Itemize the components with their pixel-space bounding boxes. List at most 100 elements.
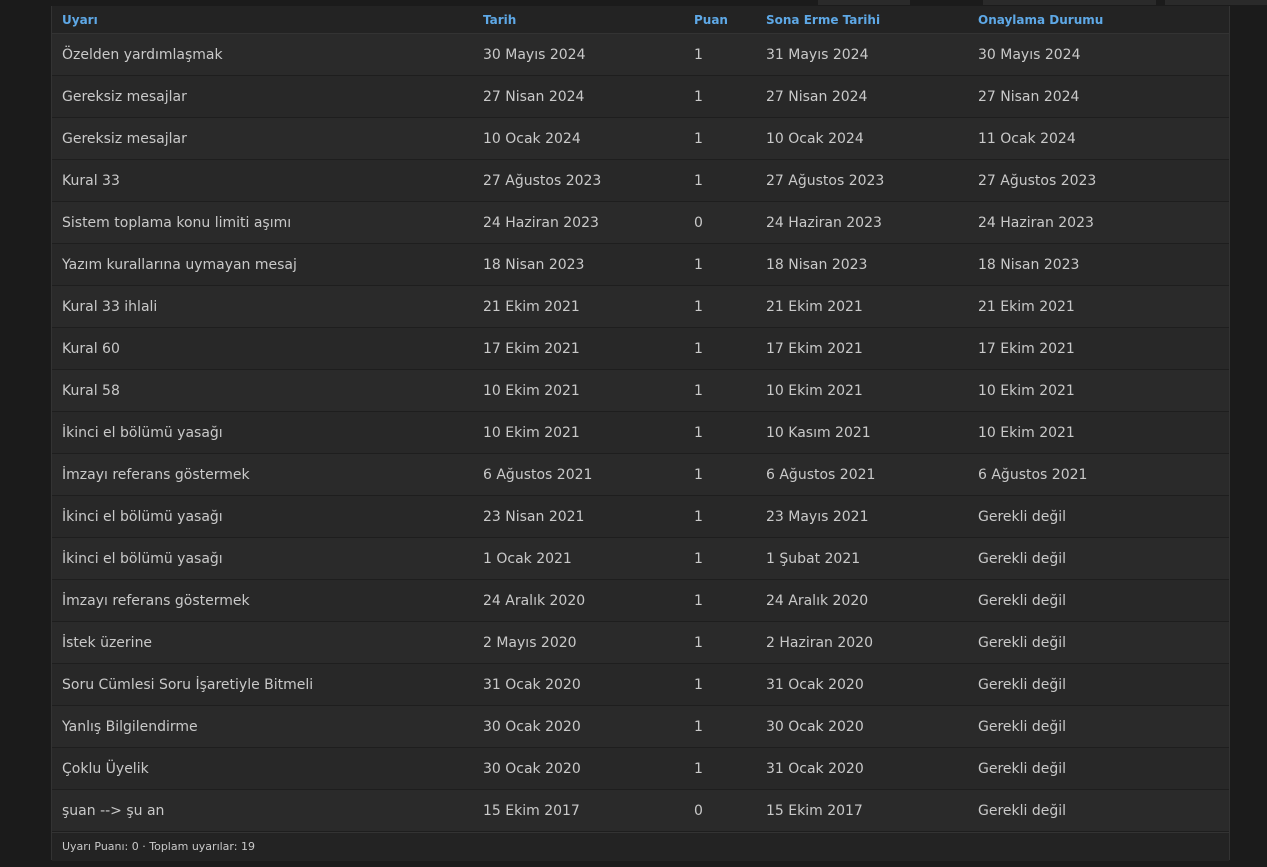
warning-reason-cell: Kural 60 — [52, 327, 473, 370]
warnings-table-body: Özelden yardımlaşmak 30 Mayıs 2024 1 31 May… — [52, 33, 1229, 832]
table-row: şuan --> şu an 15 Ekim 2017 0 15 Ekim 2017 G… — [52, 789, 1229, 832]
warning-reason-cell: Kural 33 ihlali — [52, 285, 473, 328]
table-row: Kural 33 27 Ağustos 2023 1 27 Ağustos 2023 2… — [52, 159, 1229, 202]
table-row: Çoklu Üyelik 30 Ocak 2020 1 31 Ocak 2020 Ger… — [52, 747, 1229, 790]
warning-expiry-cell: 30 Ocak 2020 — [756, 705, 968, 748]
table-row: İmzayı referans göstermek 24 Aralık 2020 1… — [52, 579, 1229, 622]
acknowledgement-status-cell: Gerekli değil — [968, 747, 1229, 790]
table-row: İmzayı referans göstermek 6 Ağustos 2021 1… — [52, 453, 1229, 496]
column-header-date[interactable]: Tarih — [473, 6, 684, 34]
column-header-expiry[interactable]: Sona Erme Tarihi — [756, 6, 968, 34]
acknowledgement-status-cell: 27 Nisan 2024 — [968, 75, 1229, 118]
warning-expiry-cell: 17 Ekim 2021 — [756, 327, 968, 370]
warning-expiry-cell: 23 Mayıs 2021 — [756, 495, 968, 538]
top-bar-segment — [1165, 0, 1267, 5]
table-row: Kural 58 10 Ekim 2021 1 10 Ekim 2021 10 Ekim… — [52, 369, 1229, 412]
warning-reason-cell: şuan --> şu an — [52, 789, 473, 832]
warning-date-cell: 1 Ocak 2021 — [473, 537, 684, 580]
table-row: Sistem toplama konu limiti aşımı 24 Hazir… — [52, 201, 1229, 244]
warning-date-cell: 21 Ekim 2021 — [473, 285, 684, 328]
acknowledgement-status-cell: 17 Ekim 2021 — [968, 327, 1229, 370]
warning-date-cell: 30 Mayıs 2024 — [473, 33, 684, 76]
warning-date-cell: 24 Aralık 2020 — [473, 579, 684, 622]
warning-reason-cell: Kural 33 — [52, 159, 473, 202]
warning-expiry-cell: 27 Nisan 2024 — [756, 75, 968, 118]
warning-expiry-cell: 1 Şubat 2021 — [756, 537, 968, 580]
warning-date-cell: 27 Nisan 2024 — [473, 75, 684, 118]
warning-date-cell: 15 Ekim 2017 — [473, 789, 684, 832]
warning-reason-cell: Yazım kurallarına uymayan mesaj — [52, 243, 473, 286]
acknowledgement-status-cell: Gerekli değil — [968, 789, 1229, 832]
warning-date-cell: 23 Nisan 2021 — [473, 495, 684, 538]
table-row: İkinci el bölümü yasağı 23 Nisan 2021 1 23 … — [52, 495, 1229, 538]
warning-reason-cell: İkinci el bölümü yasağı — [52, 411, 473, 454]
acknowledgement-status-cell: 21 Ekim 2021 — [968, 285, 1229, 328]
warning-date-cell: 10 Ekim 2021 — [473, 411, 684, 454]
table-row: Yanlış Bilgilendirme 30 Ocak 2020 1 30 Ocak… — [52, 705, 1229, 748]
acknowledgement-status-cell: 10 Ekim 2021 — [968, 411, 1229, 454]
acknowledgement-status-cell: 30 Mayıs 2024 — [968, 33, 1229, 76]
column-header-acknowledgement[interactable]: Onaylama Durumu — [968, 6, 1229, 34]
warning-date-cell: 10 Ocak 2024 — [473, 117, 684, 160]
table-row: Soru Cümlesi Soru İşaretiyle Bitmeli 31 O… — [52, 663, 1229, 706]
warning-expiry-cell: 6 Ağustos 2021 — [756, 453, 968, 496]
warning-expiry-cell: 24 Aralık 2020 — [756, 579, 968, 622]
header-row: Uyarı Tarih Puan Sona Erme Tarihi Onayla… — [52, 6, 1229, 34]
warning-date-cell: 30 Ocak 2020 — [473, 747, 684, 790]
warnings-table: Uyarı Tarih Puan Sona Erme Tarihi Onayla… — [52, 6, 1229, 832]
table-row: Yazım kurallarına uymayan mesaj 18 Nisan … — [52, 243, 1229, 286]
warning-expiry-cell: 31 Ocak 2020 — [756, 663, 968, 706]
warning-points-cell: 1 — [684, 411, 756, 454]
warning-date-cell: 10 Ekim 2021 — [473, 369, 684, 412]
column-header-warning[interactable]: Uyarı — [52, 6, 473, 34]
warning-reason-cell: İmzayı referans göstermek — [52, 453, 473, 496]
warning-points-cell: 1 — [684, 75, 756, 118]
warning-points-cell: 0 — [684, 789, 756, 832]
warning-expiry-cell: 15 Ekim 2017 — [756, 789, 968, 832]
table-row: Gereksiz mesajlar 27 Nisan 2024 1 27 Nisan … — [52, 75, 1229, 118]
warning-points-cell: 1 — [684, 33, 756, 76]
warning-expiry-cell: 10 Ocak 2024 — [756, 117, 968, 160]
warning-date-cell: 6 Ağustos 2021 — [473, 453, 684, 496]
warning-reason-cell: İkinci el bölümü yasağı — [52, 537, 473, 580]
warning-reason-cell: İkinci el bölümü yasağı — [52, 495, 473, 538]
warning-expiry-cell: 2 Haziran 2020 — [756, 621, 968, 664]
warning-expiry-cell: 31 Mayıs 2024 — [756, 33, 968, 76]
warning-points-cell: 1 — [684, 117, 756, 160]
warning-points-cell: 1 — [684, 495, 756, 538]
column-header-points[interactable]: Puan — [684, 6, 756, 34]
warning-points-cell: 1 — [684, 621, 756, 664]
warning-date-cell: 17 Ekim 2021 — [473, 327, 684, 370]
warning-points-cell: 1 — [684, 747, 756, 790]
warning-points-cell: 1 — [684, 369, 756, 412]
table-row: Gereksiz mesajlar 10 Ocak 2024 1 10 Ocak 20… — [52, 117, 1229, 160]
warning-points-cell: 1 — [684, 705, 756, 748]
table-row: Kural 33 ihlali 21 Ekim 2021 1 21 Ekim 2021… — [52, 285, 1229, 328]
warning-points-cell: 1 — [684, 159, 756, 202]
acknowledgement-status-cell: Gerekli değil — [968, 621, 1229, 664]
warning-expiry-cell: 27 Ağustos 2023 — [756, 159, 968, 202]
acknowledgement-status-cell: 6 Ağustos 2021 — [968, 453, 1229, 496]
warning-reason-cell: Kural 58 — [52, 369, 473, 412]
acknowledgement-status-cell: 11 Ocak 2024 — [968, 117, 1229, 160]
warning-reason-cell: Özelden yardımlaşmak — [52, 33, 473, 76]
warning-reason-cell: Soru Cümlesi Soru İşaretiyle Bitmeli — [52, 663, 473, 706]
acknowledgement-status-cell: Gerekli değil — [968, 537, 1229, 580]
warning-reason-cell: Gereksiz mesajlar — [52, 117, 473, 160]
warning-expiry-cell: 10 Ekim 2021 — [756, 369, 968, 412]
warning-date-cell: 31 Ocak 2020 — [473, 663, 684, 706]
warning-expiry-cell: 21 Ekim 2021 — [756, 285, 968, 328]
acknowledgement-status-cell: 27 Ağustos 2023 — [968, 159, 1229, 202]
acknowledgement-status-cell: 18 Nisan 2023 — [968, 243, 1229, 286]
acknowledgement-status-cell: 24 Haziran 2023 — [968, 201, 1229, 244]
warning-points-cell: 1 — [684, 663, 756, 706]
warning-points-cell: 1 — [684, 453, 756, 496]
warning-expiry-cell: 31 Ocak 2020 — [756, 747, 968, 790]
warning-expiry-cell: 18 Nisan 2023 — [756, 243, 968, 286]
warning-date-cell: 27 Ağustos 2023 — [473, 159, 684, 202]
acknowledgement-status-cell: 10 Ekim 2021 — [968, 369, 1229, 412]
table-row: İstek üzerine 2 Mayıs 2020 1 2 Haziran 2020… — [52, 621, 1229, 664]
warning-points-cell: 1 — [684, 579, 756, 622]
table-row: İkinci el bölümü yasağı 1 Ocak 2021 1 1 Şub… — [52, 537, 1229, 580]
warning-reason-cell: Gereksiz mesajlar — [52, 75, 473, 118]
